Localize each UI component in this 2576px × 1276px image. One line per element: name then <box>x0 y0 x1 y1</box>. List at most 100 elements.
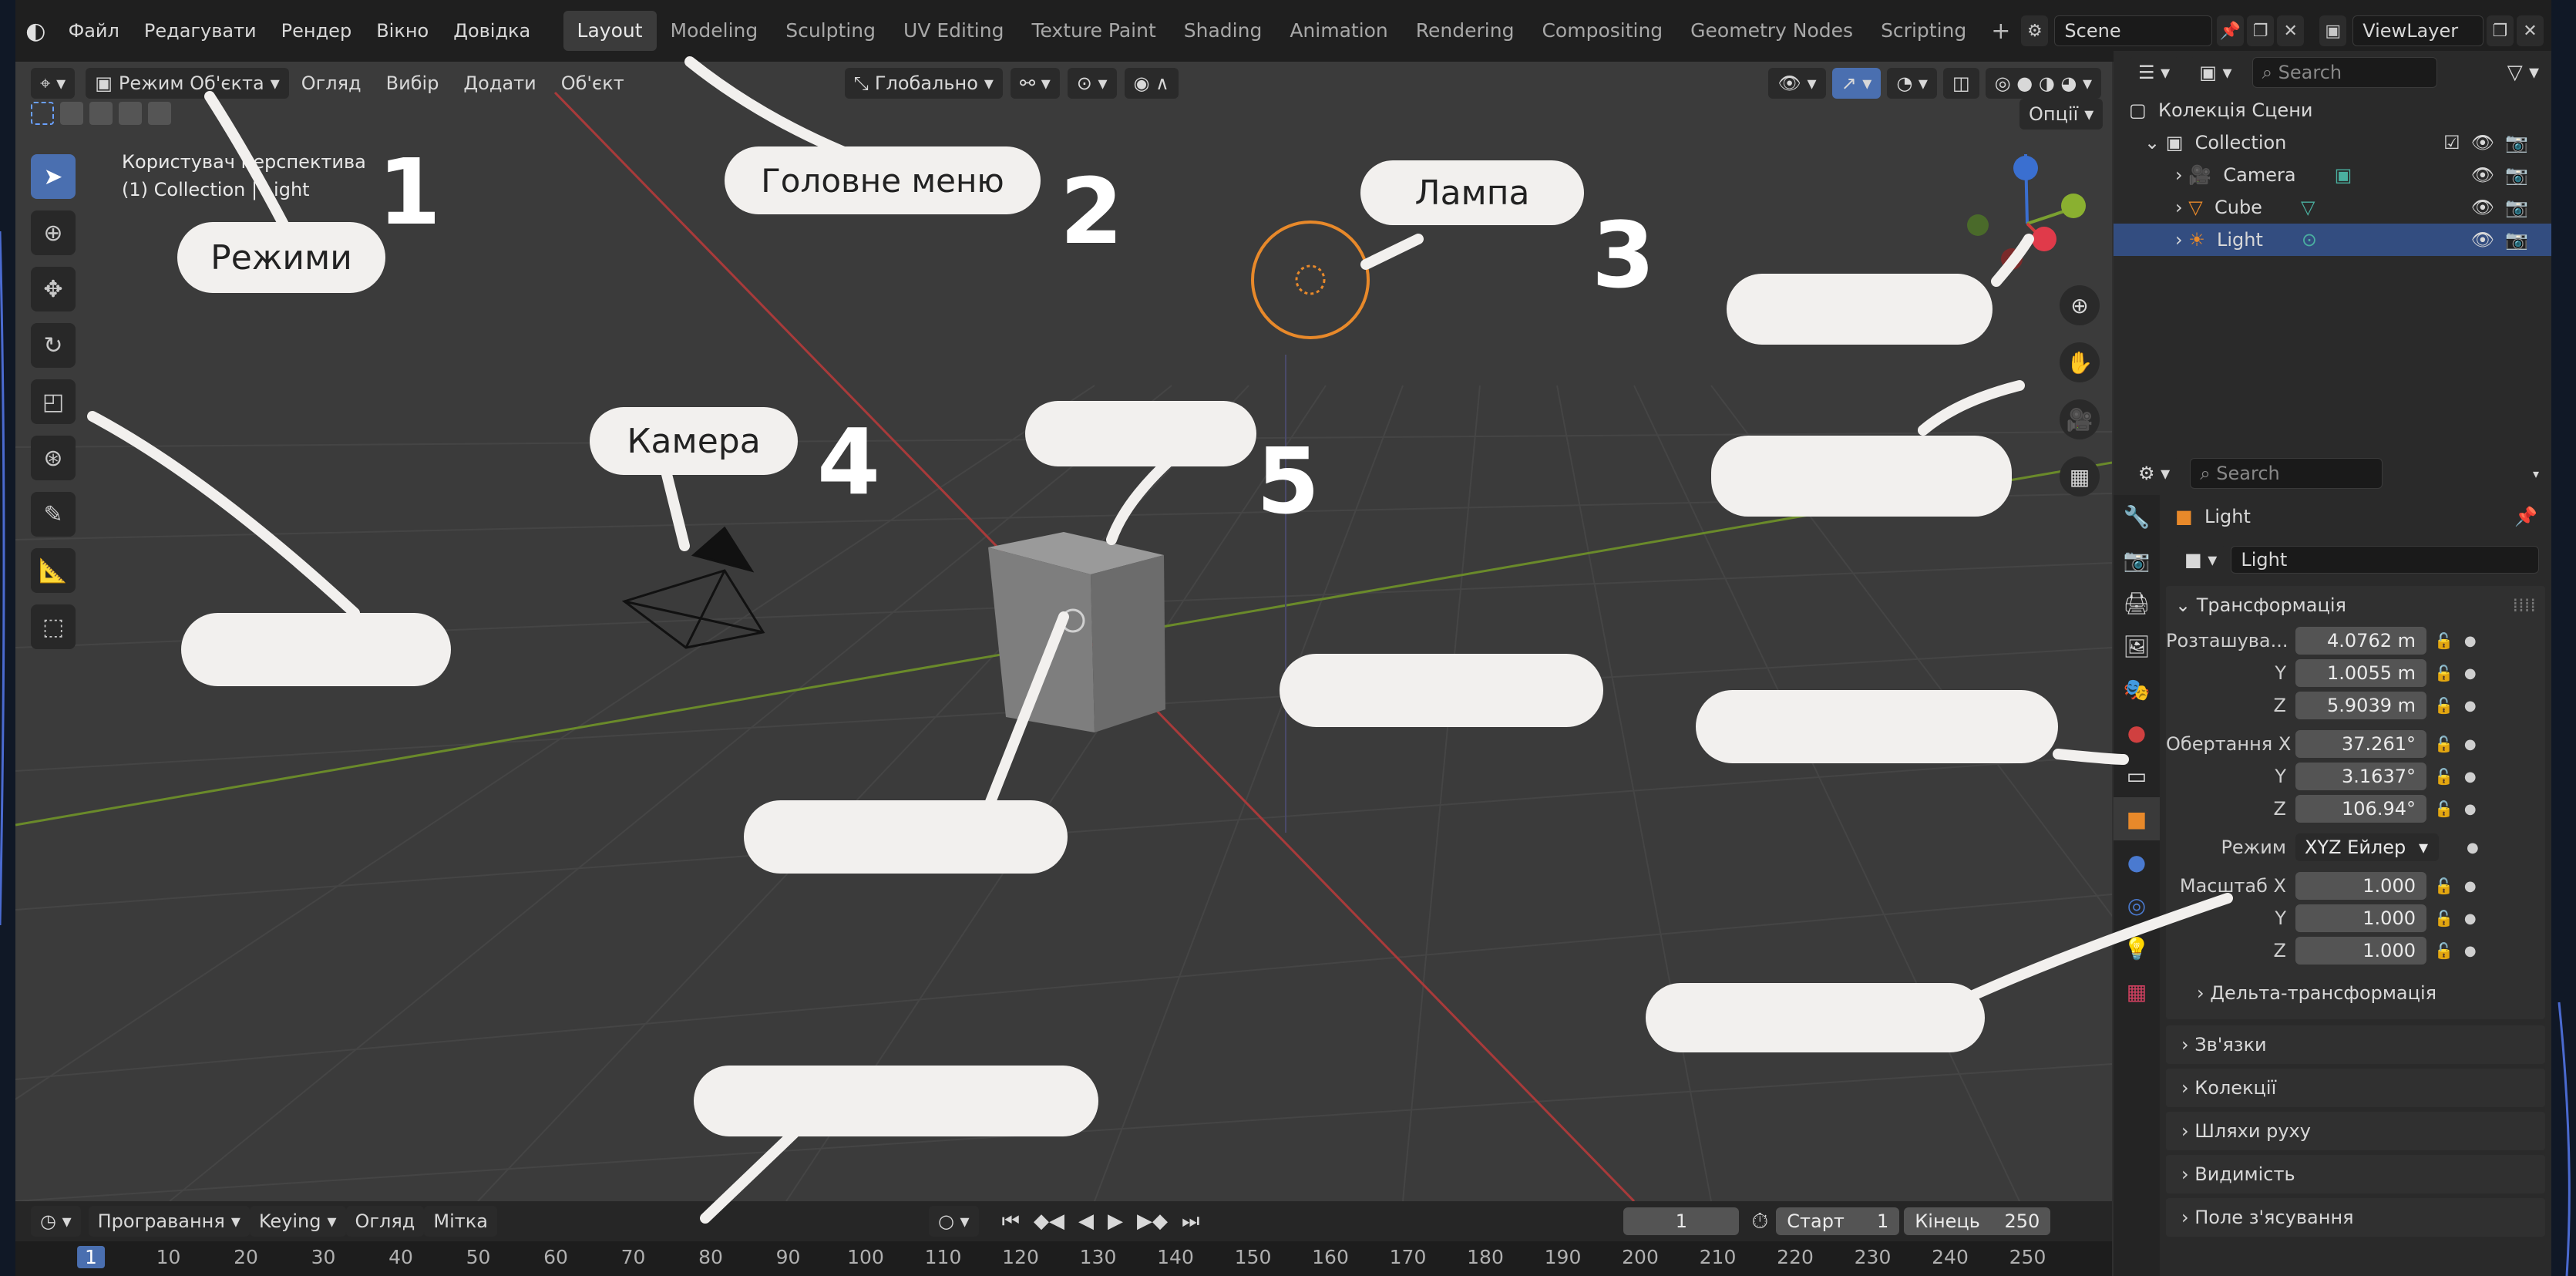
editor-type-button[interactable]: ⌖ ▾ <box>31 68 76 99</box>
delta-transform-header[interactable]: › Дельта-трансформація <box>2166 973 2545 1013</box>
annotate-tool-icon[interactable]: ✎ <box>31 492 76 537</box>
select-tool-icon[interactable]: ➤ <box>31 154 76 199</box>
mode-selector[interactable]: ▣ Режим Об'єкта ▾ <box>86 68 289 99</box>
viewport-display-section[interactable]: › Поле з'ясування <box>2166 1198 2545 1237</box>
outliner-editor-icon[interactable]: ☰ ▾ <box>2129 57 2180 88</box>
data-name-field[interactable]: Light <box>2231 546 2540 574</box>
transform-tool-icon[interactable]: ⊛ <box>31 436 76 480</box>
visibility-section[interactable]: › Видимість <box>2166 1155 2545 1194</box>
proportional-edit-icon[interactable]: ◉ ∧ <box>1124 68 1179 99</box>
current-frame-field[interactable]: 1 <box>1623 1207 1740 1235</box>
collection-tab-icon[interactable]: ▭ <box>2114 754 2160 797</box>
lock-icon[interactable]: 🔓 <box>2434 941 2453 960</box>
lock-icon[interactable]: 🔓 <box>2434 767 2453 786</box>
start-frame-field[interactable]: Старт 1 <box>1776 1207 1900 1235</box>
lock-icon[interactable]: 🔓 <box>2434 877 2453 895</box>
texture-tab-icon[interactable]: ▦ <box>2114 970 2160 1013</box>
outliner-item-light[interactable]: › ☀ Light ⊙ 👁📷 <box>2114 224 2551 256</box>
copy-scene-icon[interactable]: ❐ <box>2247 15 2275 46</box>
menu-add[interactable]: Додати <box>451 72 548 94</box>
properties-search[interactable]: ⌕ Search <box>2190 458 2383 489</box>
pin-properties-icon[interactable]: 📌 <box>2514 506 2537 527</box>
copy-layer-icon[interactable]: ❐ <box>2486 15 2514 46</box>
tab-rendering[interactable]: Rendering <box>1402 11 1528 51</box>
collection-row[interactable]: ⌄ ▣ Collection ☑👁📷 <box>2114 126 2551 159</box>
tab-sculpting[interactable]: Sculpting <box>772 11 889 51</box>
blender-logo-icon[interactable]: ◐ <box>15 18 56 45</box>
xray-icon[interactable]: ◫ <box>1942 68 1979 99</box>
shading-modes[interactable]: ◎ ● ◑ ◕ ▾ <box>1985 68 2101 99</box>
keying-menu[interactable]: Keying ▾ <box>249 1206 346 1237</box>
close-layer-icon[interactable]: ✕ <box>2516 15 2544 46</box>
lock-icon[interactable]: 🔓 <box>2434 664 2453 682</box>
scale-tool-icon[interactable]: ◰ <box>31 379 76 424</box>
tab-modeling[interactable]: Modeling <box>657 11 772 51</box>
world-tab-icon[interactable]: ● <box>2114 711 2160 754</box>
scene-tab-icon[interactable]: 🎭 <box>2114 668 2160 711</box>
select-box-modes[interactable] <box>31 102 171 125</box>
next-keyframe-icon[interactable]: ▶◆ <box>1137 1210 1168 1234</box>
location-y-field[interactable]: 1.0055 m <box>2295 659 2426 687</box>
tool-tab-icon[interactable]: 🔧 <box>2114 495 2160 538</box>
menu-object[interactable]: Об'єкт <box>549 72 637 94</box>
lock-icon[interactable]: 🔓 <box>2434 800 2453 818</box>
tab-compositing[interactable]: Compositing <box>1528 11 1676 51</box>
menu-edit[interactable]: Редагувати <box>132 20 269 42</box>
overlay-toggle-icon[interactable]: ◔ ▾ <box>1887 68 1937 99</box>
play-icon[interactable]: ▶ <box>1108 1210 1123 1234</box>
view-layer-tab-icon[interactable]: 🖼 <box>2114 625 2160 668</box>
scale-y-field[interactable]: 1.000 <box>2295 904 2426 932</box>
lock-icon[interactable]: 🔓 <box>2434 696 2453 715</box>
menu-select[interactable]: Вибір <box>374 72 452 94</box>
pivot-icon[interactable]: ⚯ ▾ <box>1010 68 1060 99</box>
lock-icon[interactable]: 🔓 <box>2434 909 2453 928</box>
orientation-selector[interactable]: ⤡ Глобально ▾ <box>844 68 1003 99</box>
tab-shading[interactable]: Shading <box>1170 11 1276 51</box>
data-tab-icon[interactable]: 💡 <box>2114 927 2160 970</box>
scale-x-field[interactable]: 1.000 <box>2295 872 2426 900</box>
tab-texture-paint[interactable]: Texture Paint <box>1017 11 1169 51</box>
object-tab-icon[interactable]: ■ <box>2114 797 2160 840</box>
properties-editor-icon[interactable]: ⚙ ▾ <box>2129 458 2180 489</box>
filter-icon[interactable]: ▽ ▾ <box>2507 61 2539 84</box>
end-frame-field[interactable]: Кінець 250 <box>1904 1207 2051 1235</box>
options-button[interactable]: Опції ▾ <box>2019 99 2104 130</box>
jump-start-icon[interactable]: ⏮ <box>1002 1210 1020 1234</box>
autokey-record-icon[interactable]: ○ ▾ <box>928 1206 979 1237</box>
frame-ruler[interactable]: 1 10 20 30 40 50 60 70 80 90 100 110 120 130 140 150 160… <box>15 1241 2112 1276</box>
move-tool-icon[interactable]: ✥ <box>31 267 76 311</box>
tab-layout[interactable]: Layout <box>563 11 657 51</box>
modifier-tab-icon[interactable]: ● <box>2114 840 2160 884</box>
snap-icon[interactable]: ⊙ ▾ <box>1067 68 1117 99</box>
outliner-display-mode-icon[interactable]: ▣ ▾ <box>2190 57 2241 88</box>
navigation-gizmo[interactable] <box>1967 153 2086 270</box>
menu-view[interactable]: Огляд <box>289 72 374 94</box>
play-reverse-icon[interactable]: ◀ <box>1078 1210 1094 1234</box>
tab-uv-editing[interactable]: UV Editing <box>889 11 1017 51</box>
timeline-view-menu[interactable]: Огляд <box>345 1206 425 1237</box>
measure-tool-icon[interactable]: 📐 <box>31 548 76 593</box>
add-workspace-icon[interactable]: + <box>1980 18 2021 45</box>
cursor-tool-icon[interactable]: ⊕ <box>31 210 76 255</box>
view-layer-icon[interactable]: ▣ <box>2319 15 2347 46</box>
pin-icon[interactable]: 📌 <box>2217 15 2245 46</box>
outliner-item-cube[interactable]: › ▽ Cube ▽ 👁📷 <box>2114 191 2551 224</box>
prev-keyframe-icon[interactable]: ◆◀ <box>1034 1210 1064 1234</box>
physics-tab-icon[interactable]: ◎ <box>2114 884 2160 927</box>
properties-options-icon[interactable]: ▾ <box>2533 466 2539 481</box>
rotation-mode-select[interactable]: XYZ Ейлер ▾ <box>2295 833 2439 861</box>
location-x-field[interactable]: 4.0762 m <box>2295 627 2426 655</box>
camera-view-icon[interactable]: 🎥 <box>2060 399 2100 439</box>
menu-window[interactable]: Вікно <box>364 20 441 42</box>
tab-geometry-nodes[interactable]: Geometry Nodes <box>1676 11 1867 51</box>
collections-section[interactable]: › Колекції <box>2166 1069 2545 1107</box>
transform-header[interactable]: ⌄ Трансформація ⁞⁞⁞⁞ <box>2166 586 2545 625</box>
view-layer-field[interactable]: ViewLayer <box>2352 15 2484 46</box>
jump-end-icon[interactable]: ⏭ <box>1182 1210 1199 1234</box>
marker-menu[interactable]: Мітка <box>424 1206 497 1237</box>
visibility-icon[interactable]: 👁 ▾ <box>1768 68 1826 99</box>
zoom-icon[interactable]: ⊕ <box>2060 285 2100 325</box>
rotate-tool-icon[interactable]: ↻ <box>31 323 76 368</box>
rotation-z-field[interactable]: 106.94° <box>2295 795 2426 823</box>
playback-menu[interactable]: Програвання ▾ <box>88 1206 250 1237</box>
